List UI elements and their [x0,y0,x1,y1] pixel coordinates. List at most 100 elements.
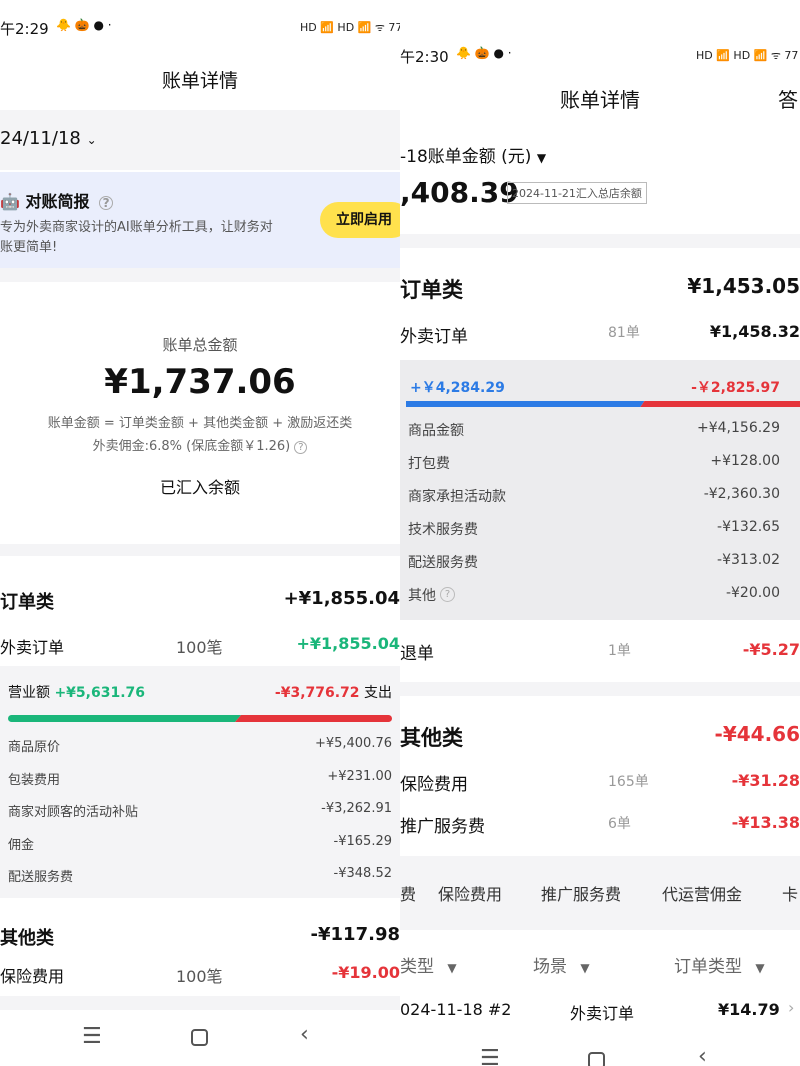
filter-scene[interactable]: 场景 ▼ [533,952,590,977]
report-title-row: 🤖 对账简报 ? [0,188,114,212]
order-category-label: 订单类 [0,592,54,613]
insurance-amount: -¥31.28 [731,771,800,790]
list-item-amount: ¥14.79 [718,1000,780,1019]
detail-row-label: 佣金 [8,837,35,853]
help-icon[interactable]: ? [294,441,308,454]
date-selector[interactable]: 24/11/18 ⌄ [0,128,97,149]
other-category-label: 其他类 [400,726,463,750]
refund-count: 1单 [608,643,631,659]
revenue-amount: +¥5,631.76 [54,685,146,701]
tab-promo[interactable]: 推广服务费 [541,881,621,905]
detail-row-label: 包装费用 [8,772,61,788]
menu-icon[interactable]: ☰ [82,1024,102,1049]
help-icon[interactable]: ? [440,587,455,602]
insurance-count: 100笔 [176,967,223,986]
left-screen: 午2:29 🐥 🎃 ● · HD 📶 HD 📶 ᯤ 77 账单详情 24/11/… [0,0,400,1066]
menu-icon[interactable]: ☰ [480,1046,500,1066]
detail-row-label: 商品金额 [408,423,464,439]
expense-row: -¥3,776.72 支出 [275,682,392,702]
detail-row-label: 配送服务费 [8,870,74,885]
date-text: 24/11/18 [0,128,81,149]
divider [400,682,800,696]
detail-row-value: +¥231.00 [327,768,392,784]
status-signal-icons: HD 📶 HD 📶 ᯤ 77 [300,21,400,34]
revenue-expense-bar [8,715,392,722]
chevron-down-icon: ⌄ [86,133,97,147]
settled-status: 已汇入余额 [159,478,240,497]
refund-label: 退单 [400,644,434,664]
list-item-date[interactable]: 024-11-18 #2 [400,1000,511,1019]
caret-down-icon: ▼ [447,961,457,975]
detail-row-value: -¥20.00 [725,585,780,601]
commission-text: 外卖佣金:6.8% (保底金额￥1.26) [92,439,291,454]
takeout-count: 81单 [608,325,640,341]
detail-row-value: -¥313.02 [717,552,780,568]
status-time: 午2:29 [0,20,49,38]
chevron-right-icon[interactable]: › [788,998,794,1017]
formula-text: 账单金额 = 订单类金额 + 其他类金额 + 激励返还类 [47,416,353,431]
status-signal-icons: HD 📶 HD 📶 ᯤ 77 [696,49,799,62]
takeout-amount: +¥1,855.04 [296,634,401,653]
filter-order-type[interactable]: 订单类型 ▼ [674,952,765,977]
insurance-label: 保险费用 [400,775,468,795]
revenue-label: 营业额 [8,685,50,701]
detail-row-value: +¥4,156.29 [697,420,780,436]
filter-scene-label: 场景 [533,957,567,977]
enable-button[interactable]: 立即启用 [320,202,400,238]
income-bar-fill [406,401,644,407]
tab-agency-commission[interactable]: 代运营佣金 [662,881,742,905]
bill-amount: ,408.39 [400,176,519,209]
order-category-amount: +¥1,855.04 [283,588,400,609]
refund-amount: -¥5.27 [742,640,800,659]
promo-amount: -¥13.38 [731,813,800,832]
takeout-amount: ¥1,458.32 [709,322,800,341]
amount-header[interactable]: -18账单金额 (元) ▼ [400,142,546,167]
detail-row-label: 打包费 [408,456,450,472]
takeout-label: 外卖订单 [0,638,65,657]
report-title: 对账简报 [25,192,90,211]
detail-row-label: 技术服务费 [408,522,478,538]
answer-button[interactable]: 答 [778,84,798,113]
takeout-label: 外卖订单 [400,327,468,347]
detail-row-label: 配送服务费 [408,555,478,571]
back-icon[interactable]: ‹ [300,1022,309,1047]
filter-order-type-label: 订单类型 [674,957,742,977]
back-icon[interactable]: ‹ [698,1044,707,1066]
expense-label: 支出 [364,685,392,701]
detail-row-value: -¥3,262.91 [321,801,392,816]
home-icon[interactable] [191,1029,208,1046]
tab-fee[interactable]: 费 [400,881,416,905]
detail-row-label: 商家对顾客的活动补贴 [8,805,139,820]
divider [0,996,400,1010]
detail-row-label: 其他 [408,588,436,604]
tab-insurance[interactable]: 保险费用 [438,881,502,905]
income-expense-bar [406,401,800,407]
total-amount: ¥1,737.06 [104,362,296,402]
report-desc-1: 专为外卖商家设计的AI账单分析工具，让财务对 [0,220,273,235]
status-time: 午2:30 [400,48,449,66]
promo-label: 推广服务费 [400,817,485,837]
caret-down-icon: ▼ [580,961,590,975]
takeout-count: 100笔 [176,638,223,657]
robot-icon: 🤖 [0,192,20,211]
insurance-count: 165单 [608,774,649,790]
other-category-label: 其他类 [0,928,54,949]
insurance-label: 保险费用 [0,967,65,986]
caret-down-icon: ▼ [755,961,765,975]
promo-count: 6单 [608,816,631,832]
order-category-amount: ¥1,453.05 [687,274,800,298]
tab-card[interactable]: 卡 [782,881,798,905]
caret-down-icon: ▼ [536,151,547,165]
right-screen: 午2:30 🐥 🎃 ● · HD 📶 HD 📶 ᯤ 77 账单详情 答 -18账… [400,0,800,1066]
commission-row: 外卖佣金:6.8% (保底金额￥1.26) ? [0,435,400,454]
filter-type[interactable]: 类型 ▼ [400,952,457,977]
expense-amount: -¥3,776.72 [274,685,360,701]
help-icon[interactable]: ? [99,196,114,210]
divider [0,268,400,282]
home-icon[interactable] [588,1052,605,1066]
status-notification-icons: 🐥 🎃 ● · [56,18,112,32]
report-desc-2: 账更简单! [0,240,58,255]
detail-row-value: -¥165.29 [333,833,392,849]
expense-bar-fill [235,715,392,722]
detail-row-value: +¥5,400.76 [314,736,392,751]
